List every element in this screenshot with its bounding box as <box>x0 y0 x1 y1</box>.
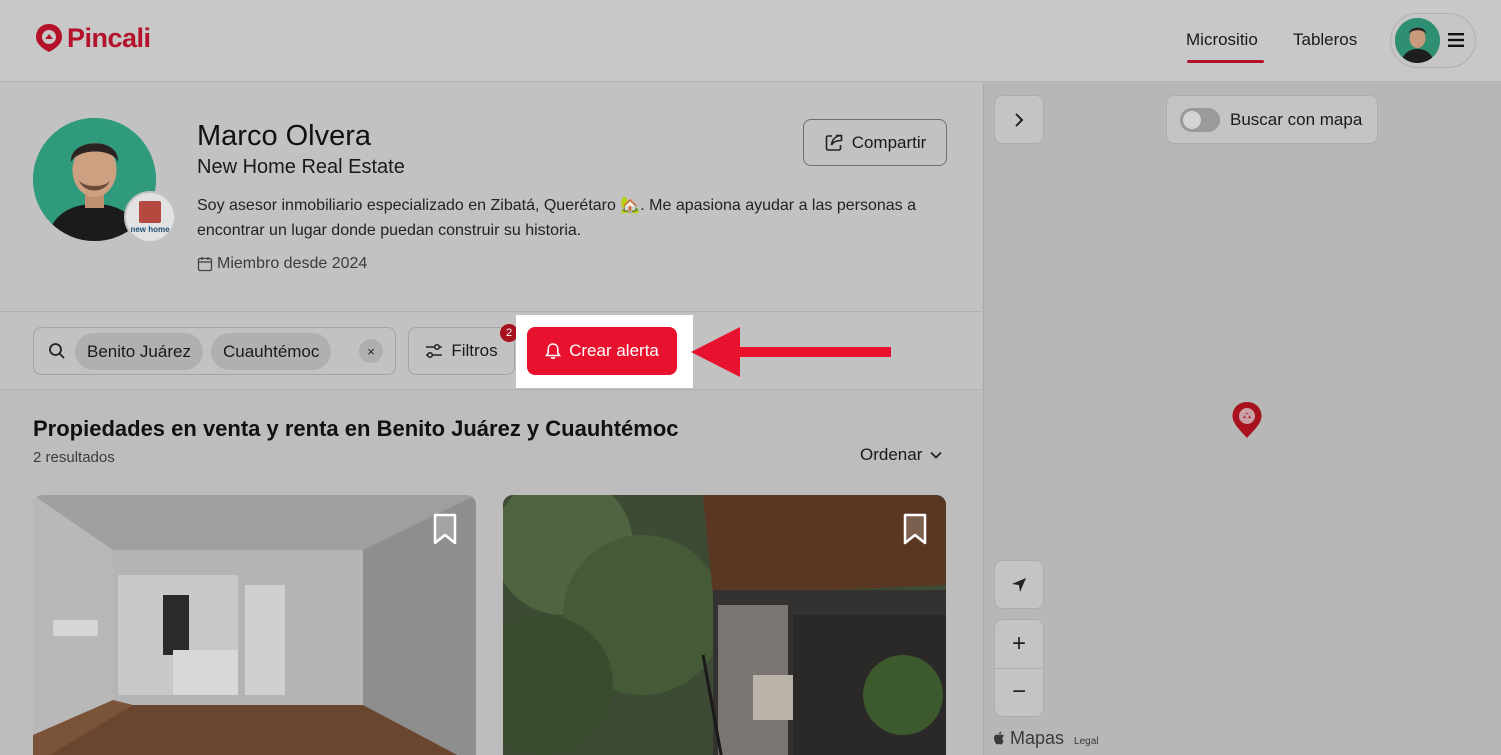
toggle-switch[interactable] <box>1180 107 1220 132</box>
pincali-logo[interactable]: Pincali <box>33 22 151 54</box>
create-alert-button[interactable]: Crear alerta <box>527 327 677 375</box>
clear-search-button[interactable]: × <box>359 339 383 363</box>
collapse-map-button[interactable] <box>994 95 1044 144</box>
filter-bar: Benito Juárez Cuauhtémoc × Filtros 2 Cre… <box>0 313 982 390</box>
share-label: Compartir <box>851 132 927 152</box>
sort-label: Ordenar <box>860 445 923 464</box>
agent-name: Marco Olvera <box>197 120 372 152</box>
user-menu-button[interactable] <box>1390 13 1476 68</box>
zoom-divider <box>995 668 1043 669</box>
zoom-out-button[interactable]: − <box>995 678 1043 706</box>
location-chip-cuauhtemoc[interactable]: Cuauhtémoc <box>211 333 332 370</box>
maps-text: Mapas <box>1010 728 1065 748</box>
location-search-box[interactable]: Benito Juárez Cuauhtémoc × <box>33 327 396 375</box>
pincali-logo-icon <box>36 24 62 52</box>
agent-company: New Home Real Estate <box>197 156 405 178</box>
bell-icon <box>545 343 562 359</box>
toggle-knob <box>1183 110 1201 129</box>
map-panel[interactable]: Buscar con mapa + − Mapas Legal <box>983 83 1501 755</box>
legal-link[interactable]: Legal <box>1074 736 1098 747</box>
share-icon <box>825 134 842 151</box>
hamburger-menu-icon <box>1448 33 1464 47</box>
zoom-in-button[interactable]: + <box>995 630 1043 658</box>
top-header: Pincali Micrositio Tableros <box>0 0 1501 82</box>
filters-button[interactable]: Filtros <box>408 327 515 375</box>
agency-logo-text: new home <box>130 224 170 234</box>
nav-tableros[interactable]: Tableros <box>1293 30 1357 50</box>
map-attribution: Mapas Legal <box>993 728 1099 749</box>
results-count: 2 resultados <box>33 449 115 466</box>
property-card-image[interactable] <box>503 495 946 755</box>
agent-bio: Soy asesor inmobiliario especializado en… <box>197 197 916 239</box>
user-avatar <box>1395 18 1440 63</box>
search-with-map-toggle[interactable]: Buscar con mapa <box>1166 95 1378 144</box>
bookmark-icon[interactable] <box>432 513 458 545</box>
nav-micrositio[interactable]: Micrositio <box>1186 30 1258 50</box>
chevron-down-icon <box>930 451 943 459</box>
locate-me-button[interactable] <box>994 560 1044 609</box>
apple-maps-label: Mapas <box>993 728 1064 749</box>
agency-logo: new home <box>124 191 176 243</box>
annotation-arrow-icon <box>691 327 891 377</box>
listings-panel: new home Marco Olvera New Home Real Esta… <box>0 83 982 755</box>
create-alert-label: Crear alerta <box>569 341 659 360</box>
results-title: Propiedades en venta y renta en Benito J… <box>33 416 679 441</box>
filters-label: Filtros <box>451 341 498 360</box>
navigation-arrow-icon <box>1012 577 1026 592</box>
property-photo-kitchen <box>33 495 476 755</box>
agency-logo-mark <box>139 200 161 223</box>
member-since: Miembro desde 2024 <box>197 255 367 273</box>
calendar-icon <box>197 257 213 272</box>
property-photo-balcony <box>503 495 946 755</box>
logo-text: Pincali <box>67 22 151 53</box>
close-icon: × <box>367 343 375 359</box>
member-since-text: Miembro desde 2024 <box>217 255 368 272</box>
search-icon <box>49 343 65 359</box>
map-pin-icon[interactable] <box>1231 401 1263 439</box>
property-card-image[interactable] <box>33 495 476 755</box>
bookmark-icon[interactable] <box>902 513 928 545</box>
sliders-icon <box>426 343 443 359</box>
search-with-map-label: Buscar con mapa <box>1230 109 1363 129</box>
location-chip-benito-juarez[interactable]: Benito Juárez <box>75 333 203 370</box>
share-button[interactable]: Compartir <box>803 119 947 166</box>
chevron-right-icon <box>1015 112 1024 127</box>
active-nav-indicator <box>1187 60 1264 63</box>
agent-profile: new home Marco Olvera New Home Real Esta… <box>0 83 982 312</box>
sort-dropdown[interactable]: Ordenar <box>860 445 943 465</box>
zoom-controls: + − <box>994 619 1044 717</box>
apple-icon <box>994 731 1004 745</box>
